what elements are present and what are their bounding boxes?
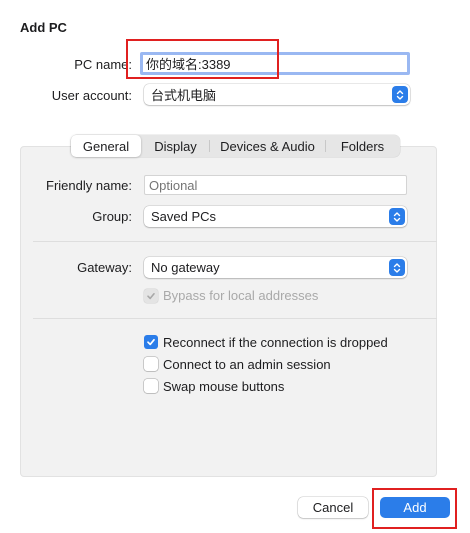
gateway-select[interactable]: No gateway xyxy=(144,257,407,278)
checkmark-icon xyxy=(147,338,155,346)
admin-session-label: Connect to an admin session xyxy=(163,357,331,372)
tab-devices-audio-label: Devices & Audio xyxy=(220,138,315,154)
swap-mouse-checkbox[interactable] xyxy=(144,379,158,393)
tab-devices-audio[interactable]: Devices & Audio xyxy=(210,135,325,157)
user-account-label: User account: xyxy=(51,88,132,103)
highlight-box-add xyxy=(372,488,457,529)
friendly-name-label: Friendly name: xyxy=(46,178,132,193)
tab-panel xyxy=(20,146,437,477)
cancel-button[interactable]: Cancel xyxy=(298,497,368,518)
group-value: Saved PCs xyxy=(151,209,217,224)
tab-display[interactable]: Display xyxy=(142,135,209,157)
tab-folders[interactable]: Folders xyxy=(326,135,399,157)
group-label: Group: xyxy=(92,209,132,224)
tab-bar: General Display Devices & Audio Folders xyxy=(71,135,400,157)
admin-session-checkbox[interactable] xyxy=(144,357,158,371)
bypass-checkbox[interactable] xyxy=(144,289,158,303)
cancel-button-label: Cancel xyxy=(312,500,354,515)
separator xyxy=(33,241,437,242)
reconnect-label: Reconnect if the connection is dropped xyxy=(163,335,388,350)
tab-general-label: General xyxy=(82,138,130,154)
chevron-updown-icon xyxy=(389,259,405,276)
tab-folders-label: Folders xyxy=(340,138,385,154)
tab-display-label: Display xyxy=(154,138,197,154)
chevron-updown-icon xyxy=(392,86,408,103)
swap-mouse-label: Swap mouse buttons xyxy=(163,379,285,394)
group-select[interactable]: Saved PCs xyxy=(144,206,407,227)
reconnect-checkbox[interactable] xyxy=(144,335,158,349)
tab-general[interactable]: General xyxy=(71,135,141,157)
chevron-updown-icon xyxy=(389,208,405,225)
friendly-name-input[interactable] xyxy=(144,175,407,195)
separator xyxy=(33,318,437,319)
gateway-label: Gateway: xyxy=(77,260,132,275)
gateway-value: No gateway xyxy=(151,260,220,275)
bypass-label: Bypass for local addresses xyxy=(163,288,319,303)
user-account-value: 台式机电脑 xyxy=(151,88,217,103)
checkmark-icon xyxy=(147,293,155,300)
highlight-box-pc-name xyxy=(126,39,279,79)
dialog-title: Add PC xyxy=(20,20,67,35)
user-account-select[interactable]: 台式机电脑 xyxy=(144,84,410,105)
pc-name-label: PC name: xyxy=(74,57,132,72)
